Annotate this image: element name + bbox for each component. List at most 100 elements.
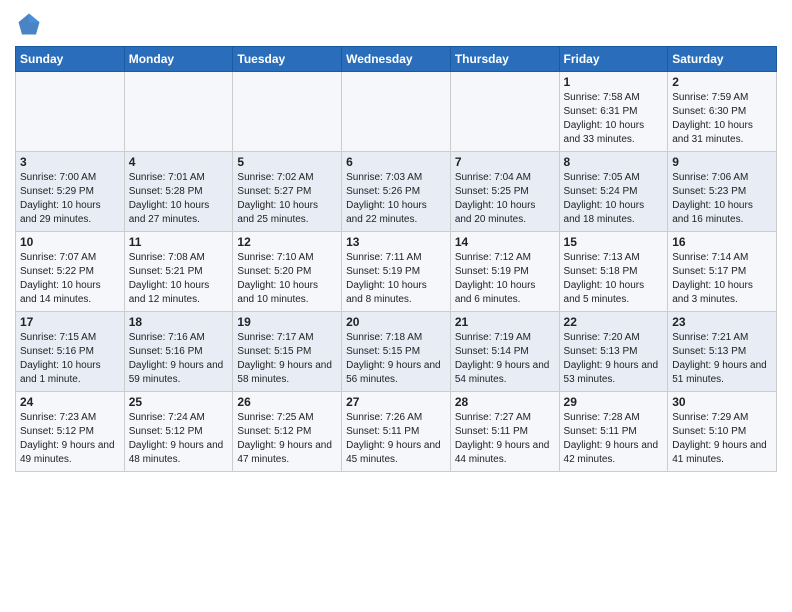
day-cell: 24 Sunrise: 7:23 AM Sunset: 5:12 PM Dayli… bbox=[16, 392, 125, 472]
day-number: 20 bbox=[346, 315, 446, 329]
day-cell: 10 Sunrise: 7:07 AM Sunset: 5:22 PM Dayli… bbox=[16, 232, 125, 312]
day-number: 14 bbox=[455, 235, 555, 249]
day-info: Sunrise: 7:10 AM Sunset: 5:20 PM Dayligh… bbox=[237, 251, 337, 307]
day-cell bbox=[450, 72, 559, 152]
day-info: Sunrise: 7:08 AM Sunset: 5:21 PM Dayligh… bbox=[129, 251, 229, 307]
logo-icon bbox=[15, 10, 43, 38]
day-info: Sunrise: 7:28 AM Sunset: 5:11 PM Dayligh… bbox=[564, 411, 664, 467]
day-cell: 2 Sunrise: 7:59 AM Sunset: 6:30 PM Daylig… bbox=[668, 72, 777, 152]
day-cell: 20 Sunrise: 7:18 AM Sunset: 5:15 PM Dayli… bbox=[342, 312, 451, 392]
day-cell: 9Sunrise: 7:06 AM Sunset: 5:23 PM Daylig… bbox=[668, 152, 777, 232]
day-number: 11 bbox=[129, 235, 229, 249]
weekday-header-saturday: Saturday bbox=[668, 47, 777, 72]
day-info: Sunrise: 7:15 AM Sunset: 5:16 PM Dayligh… bbox=[20, 331, 120, 387]
day-info: Sunrise: 7:24 AM Sunset: 5:12 PM Dayligh… bbox=[129, 411, 229, 467]
day-number: 18 bbox=[129, 315, 229, 329]
day-cell: 8 Sunrise: 7:05 AM Sunset: 5:24 PM Daylig… bbox=[559, 152, 668, 232]
day-number: 1 bbox=[564, 75, 664, 89]
day-number: 28 bbox=[455, 395, 555, 409]
day-number: 19 bbox=[237, 315, 337, 329]
day-cell: 12Sunrise: 7:10 AM Sunset: 5:20 PM Dayli… bbox=[233, 232, 342, 312]
day-cell bbox=[342, 72, 451, 152]
day-info: Sunrise: 7:58 AM Sunset: 6:31 PM Dayligh… bbox=[564, 91, 664, 147]
day-number: 24 bbox=[20, 395, 120, 409]
day-cell: 6Sunrise: 7:03 AM Sunset: 5:26 PM Daylig… bbox=[342, 152, 451, 232]
day-cell: 1 Sunrise: 7:58 AM Sunset: 6:31 PM Daylig… bbox=[559, 72, 668, 152]
week-row-2: 10 Sunrise: 7:07 AM Sunset: 5:22 PM Dayli… bbox=[16, 232, 777, 312]
day-info: Sunrise: 7:00 AM Sunset: 5:29 PM Dayligh… bbox=[20, 171, 120, 227]
day-number: 2 bbox=[672, 75, 772, 89]
weekday-header-friday: Friday bbox=[559, 47, 668, 72]
week-row-3: 17 Sunrise: 7:15 AM Sunset: 5:16 PM Dayli… bbox=[16, 312, 777, 392]
day-info: Sunrise: 7:27 AM Sunset: 5:11 PM Dayligh… bbox=[455, 411, 555, 467]
day-cell: 17 Sunrise: 7:15 AM Sunset: 5:16 PM Dayli… bbox=[16, 312, 125, 392]
weekday-header-sunday: Sunday bbox=[16, 47, 125, 72]
day-number: 17 bbox=[20, 315, 120, 329]
day-cell bbox=[233, 72, 342, 152]
day-cell: 16 Sunrise: 7:14 AM Sunset: 5:17 PM Dayli… bbox=[668, 232, 777, 312]
day-info: Sunrise: 7:11 AM Sunset: 5:19 PM Dayligh… bbox=[346, 251, 446, 307]
week-row-1: 3 Sunrise: 7:00 AM Sunset: 5:29 PM Daylig… bbox=[16, 152, 777, 232]
day-cell: 18 Sunrise: 7:16 AM Sunset: 5:16 PM Dayli… bbox=[124, 312, 233, 392]
day-info: Sunrise: 7:12 AM Sunset: 5:19 PM Dayligh… bbox=[455, 251, 555, 307]
day-cell: 22Sunrise: 7:20 AM Sunset: 5:13 PM Dayli… bbox=[559, 312, 668, 392]
day-cell: 26 Sunrise: 7:25 AM Sunset: 5:12 PM Dayli… bbox=[233, 392, 342, 472]
day-info: Sunrise: 7:21 AM Sunset: 5:13 PM Dayligh… bbox=[672, 331, 772, 387]
day-number: 16 bbox=[672, 235, 772, 249]
day-cell: 5 Sunrise: 7:02 AM Sunset: 5:27 PM Daylig… bbox=[233, 152, 342, 232]
day-number: 9 bbox=[672, 155, 772, 169]
day-number: 25 bbox=[129, 395, 229, 409]
day-number: 7 bbox=[455, 155, 555, 169]
day-number: 4 bbox=[129, 155, 229, 169]
day-cell: 30 Sunrise: 7:29 AM Sunset: 5:10 PM Dayli… bbox=[668, 392, 777, 472]
day-number: 8 bbox=[564, 155, 664, 169]
weekday-header-tuesday: Tuesday bbox=[233, 47, 342, 72]
weekday-header-row: SundayMondayTuesdayWednesdayThursdayFrid… bbox=[16, 47, 777, 72]
day-info: Sunrise: 7:01 AM Sunset: 5:28 PM Dayligh… bbox=[129, 171, 229, 227]
day-info: Sunrise: 7:02 AM Sunset: 5:27 PM Dayligh… bbox=[237, 171, 337, 227]
day-cell: 15Sunrise: 7:13 AM Sunset: 5:18 PM Dayli… bbox=[559, 232, 668, 312]
week-row-4: 24 Sunrise: 7:23 AM Sunset: 5:12 PM Dayli… bbox=[16, 392, 777, 472]
day-number: 29 bbox=[564, 395, 664, 409]
day-cell bbox=[124, 72, 233, 152]
weekday-header-wednesday: Wednesday bbox=[342, 47, 451, 72]
day-number: 3 bbox=[20, 155, 120, 169]
day-number: 23 bbox=[672, 315, 772, 329]
day-info: Sunrise: 7:13 AM Sunset: 5:18 PM Dayligh… bbox=[564, 251, 664, 307]
logo bbox=[15, 10, 47, 38]
weekday-header-monday: Monday bbox=[124, 47, 233, 72]
day-cell: 13 Sunrise: 7:11 AM Sunset: 5:19 PM Dayli… bbox=[342, 232, 451, 312]
day-number: 27 bbox=[346, 395, 446, 409]
day-cell: 7 Sunrise: 7:04 AM Sunset: 5:25 PM Daylig… bbox=[450, 152, 559, 232]
calendar-body: 1 Sunrise: 7:58 AM Sunset: 6:31 PM Daylig… bbox=[16, 72, 777, 472]
day-cell: 28 Sunrise: 7:27 AM Sunset: 5:11 PM Dayli… bbox=[450, 392, 559, 472]
day-info: Sunrise: 7:07 AM Sunset: 5:22 PM Dayligh… bbox=[20, 251, 120, 307]
day-info: Sunrise: 7:17 AM Sunset: 5:15 PM Dayligh… bbox=[237, 331, 337, 387]
day-cell bbox=[16, 72, 125, 152]
calendar-table: SundayMondayTuesdayWednesdayThursdayFrid… bbox=[15, 46, 777, 472]
day-cell: 11 Sunrise: 7:08 AM Sunset: 5:21 PM Dayli… bbox=[124, 232, 233, 312]
day-number: 30 bbox=[672, 395, 772, 409]
page-header bbox=[15, 10, 777, 38]
day-info: Sunrise: 7:18 AM Sunset: 5:15 PM Dayligh… bbox=[346, 331, 446, 387]
week-row-0: 1 Sunrise: 7:58 AM Sunset: 6:31 PM Daylig… bbox=[16, 72, 777, 152]
day-info: Sunrise: 7:03 AM Sunset: 5:26 PM Dayligh… bbox=[346, 171, 446, 227]
day-info: Sunrise: 7:29 AM Sunset: 5:10 PM Dayligh… bbox=[672, 411, 772, 467]
day-info: Sunrise: 7:59 AM Sunset: 6:30 PM Dayligh… bbox=[672, 91, 772, 147]
day-cell: 21Sunrise: 7:19 AM Sunset: 5:14 PM Dayli… bbox=[450, 312, 559, 392]
day-info: Sunrise: 7:14 AM Sunset: 5:17 PM Dayligh… bbox=[672, 251, 772, 307]
day-cell: 23 Sunrise: 7:21 AM Sunset: 5:13 PM Dayli… bbox=[668, 312, 777, 392]
day-info: Sunrise: 7:04 AM Sunset: 5:25 PM Dayligh… bbox=[455, 171, 555, 227]
day-info: Sunrise: 7:20 AM Sunset: 5:13 PM Dayligh… bbox=[564, 331, 664, 387]
day-number: 10 bbox=[20, 235, 120, 249]
day-number: 13 bbox=[346, 235, 446, 249]
day-cell: 4 Sunrise: 7:01 AM Sunset: 5:28 PM Daylig… bbox=[124, 152, 233, 232]
day-info: Sunrise: 7:05 AM Sunset: 5:24 PM Dayligh… bbox=[564, 171, 664, 227]
day-info: Sunrise: 7:26 AM Sunset: 5:11 PM Dayligh… bbox=[346, 411, 446, 467]
day-cell: 25 Sunrise: 7:24 AM Sunset: 5:12 PM Dayli… bbox=[124, 392, 233, 472]
day-info: Sunrise: 7:16 AM Sunset: 5:16 PM Dayligh… bbox=[129, 331, 229, 387]
day-number: 26 bbox=[237, 395, 337, 409]
day-info: Sunrise: 7:23 AM Sunset: 5:12 PM Dayligh… bbox=[20, 411, 120, 467]
day-number: 5 bbox=[237, 155, 337, 169]
day-info: Sunrise: 7:25 AM Sunset: 5:12 PM Dayligh… bbox=[237, 411, 337, 467]
